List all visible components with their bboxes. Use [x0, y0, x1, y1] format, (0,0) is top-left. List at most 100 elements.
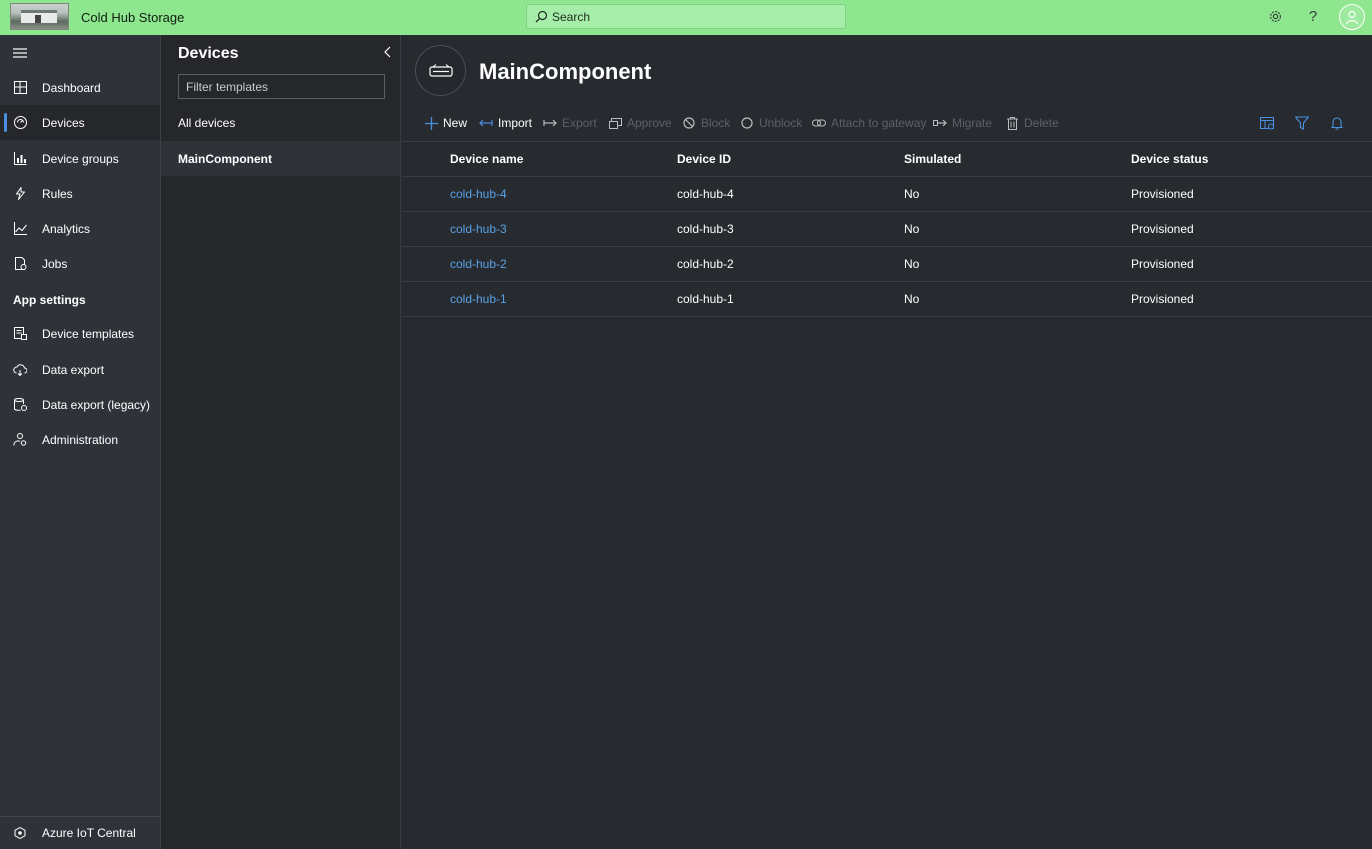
table-header-row: Device name Device ID Simulated Device s… — [402, 141, 1372, 177]
device-id-cell: cold-hub-1 — [677, 281, 904, 317]
new-button[interactable]: New — [424, 111, 467, 135]
collapse-panel-chevron-left-icon[interactable] — [383, 45, 393, 59]
data-export-legacy-icon — [13, 398, 27, 412]
user-avatar-icon[interactable] — [1339, 4, 1365, 30]
top-bar: Cold Hub Storage ? — [0, 0, 1372, 35]
dashboard-icon — [13, 81, 27, 95]
column-options-icon[interactable] — [1259, 115, 1275, 131]
trash-icon — [1005, 116, 1019, 130]
template-item-maincomponent[interactable]: MainComponent — [161, 141, 400, 176]
nav-label: Dashboard — [42, 80, 101, 95]
device-groups-icon — [13, 152, 27, 166]
block-icon — [682, 116, 696, 130]
nav-item-rules[interactable]: Rules — [0, 176, 160, 211]
nav-footer-azure-iot-central[interactable]: Azure IoT Central — [0, 816, 160, 849]
table-row[interactable]: cold-hub-3 cold-hub-3 No Provisioned — [402, 211, 1372, 247]
attach-to-gateway-button[interactable]: Attach to gateway — [812, 111, 926, 135]
device-templates-icon — [13, 327, 27, 341]
table-row[interactable]: cold-hub-2 cold-hub-2 No Provisioned — [402, 246, 1372, 282]
hamburger-menu-icon[interactable] — [13, 47, 27, 58]
main-content: MainComponent New Import Export Approve … — [402, 35, 1372, 849]
filter-icon[interactable] — [1294, 115, 1310, 131]
device-status-cell: Provisioned — [1131, 246, 1372, 282]
migrate-icon — [933, 116, 947, 130]
plus-icon — [424, 116, 438, 130]
command-toolbar: New Import Export Approve Block Unblock … — [402, 111, 1372, 135]
nav-label: Administration — [42, 432, 119, 447]
search-box[interactable] — [526, 4, 846, 29]
app-logo[interactable] — [10, 3, 69, 30]
nav-label: Analytics — [42, 221, 91, 236]
device-name-link[interactable]: cold-hub-4 — [450, 187, 507, 201]
nav-label: Data export (legacy) — [42, 397, 151, 412]
column-header-device-id[interactable]: Device ID — [677, 141, 904, 177]
nav-item-administration[interactable]: Administration — [0, 422, 160, 457]
column-header-device-name[interactable]: Device name — [402, 141, 677, 177]
simulated-cell: No — [904, 281, 1131, 317]
nav-label: Device groups — [42, 151, 119, 166]
device-id-cell: cold-hub-2 — [677, 246, 904, 282]
device-name-link[interactable]: cold-hub-3 — [450, 222, 507, 236]
analytics-icon — [13, 222, 27, 236]
unblock-button[interactable]: Unblock — [740, 111, 802, 135]
export-button[interactable]: Export — [543, 111, 597, 135]
unblock-icon — [740, 116, 754, 130]
left-navigation: Dashboard Devices Device groups Rules An… — [0, 35, 161, 849]
block-button[interactable]: Block — [682, 111, 730, 135]
approve-icon — [608, 116, 622, 130]
nav-label: Jobs — [42, 256, 68, 271]
search-input[interactable] — [552, 9, 832, 24]
nav-item-analytics[interactable]: Analytics — [0, 211, 160, 246]
nav-item-devices[interactable]: Devices — [0, 105, 160, 140]
column-header-simulated[interactable]: Simulated — [904, 141, 1131, 177]
device-id-cell: cold-hub-4 — [677, 176, 904, 212]
jobs-icon — [13, 257, 27, 271]
data-export-icon — [13, 363, 27, 377]
nav-section-app-settings: App settings — [13, 293, 86, 307]
nav-label: Rules — [42, 186, 73, 201]
search-icon — [535, 10, 548, 23]
delete-button[interactable]: Delete — [1005, 111, 1059, 135]
nav-item-device-templates[interactable]: Device templates — [0, 316, 160, 351]
nav-item-jobs[interactable]: Jobs — [0, 246, 160, 281]
device-status-cell: Provisioned — [1131, 176, 1372, 212]
device-name-link[interactable]: cold-hub-1 — [450, 292, 507, 306]
device-id-cell: cold-hub-3 — [677, 211, 904, 247]
migrate-button[interactable]: Migrate — [933, 111, 992, 135]
approve-button[interactable]: Approve — [608, 111, 672, 135]
nav-item-device-groups[interactable]: Device groups — [0, 141, 160, 176]
page-title: MainComponent — [479, 59, 652, 84]
device-status-cell: Provisioned — [1131, 211, 1372, 247]
nav-item-dashboard[interactable]: Dashboard — [0, 70, 160, 105]
link-icon — [812, 116, 826, 130]
help-icon[interactable]: ? — [1305, 8, 1321, 25]
nav-footer-label: Azure IoT Central — [42, 826, 136, 840]
simulated-cell: No — [904, 211, 1131, 247]
table-row[interactable]: cold-hub-4 cold-hub-4 No Provisioned — [402, 176, 1372, 212]
nav-item-data-export-legacy[interactable]: Data export (legacy) — [0, 387, 160, 422]
table-row[interactable]: cold-hub-1 cold-hub-1 No Provisioned — [402, 281, 1372, 317]
app-title: Cold Hub Storage — [81, 10, 185, 25]
import-arrow-icon — [479, 116, 493, 130]
device-template-avatar — [415, 45, 466, 96]
settings-gear-icon[interactable] — [1267, 8, 1283, 24]
import-button[interactable]: Import — [479, 111, 532, 135]
simulated-cell: No — [904, 246, 1131, 282]
device-status-cell: Provisioned — [1131, 281, 1372, 317]
devices-panel-title: Devices — [178, 45, 239, 62]
devices-icon — [13, 116, 27, 130]
nav-item-data-export[interactable]: Data export — [0, 352, 160, 387]
notification-bell-icon[interactable] — [1329, 115, 1345, 131]
devices-template-panel: Devices All devices MainComponent — [161, 35, 401, 849]
device-name-link[interactable]: cold-hub-2 — [450, 257, 507, 271]
device-icon — [428, 63, 453, 77]
template-item-all-devices[interactable]: All devices — [161, 105, 400, 140]
nav-label: Devices — [42, 115, 85, 130]
nav-label: Data export — [42, 362, 105, 377]
filter-templates-input[interactable] — [178, 74, 385, 99]
simulated-cell: No — [904, 176, 1131, 212]
azure-iot-central-icon — [13, 826, 27, 840]
nav-label: Device templates — [42, 326, 135, 341]
rules-icon — [13, 187, 27, 201]
column-header-device-status[interactable]: Device status — [1131, 141, 1372, 177]
